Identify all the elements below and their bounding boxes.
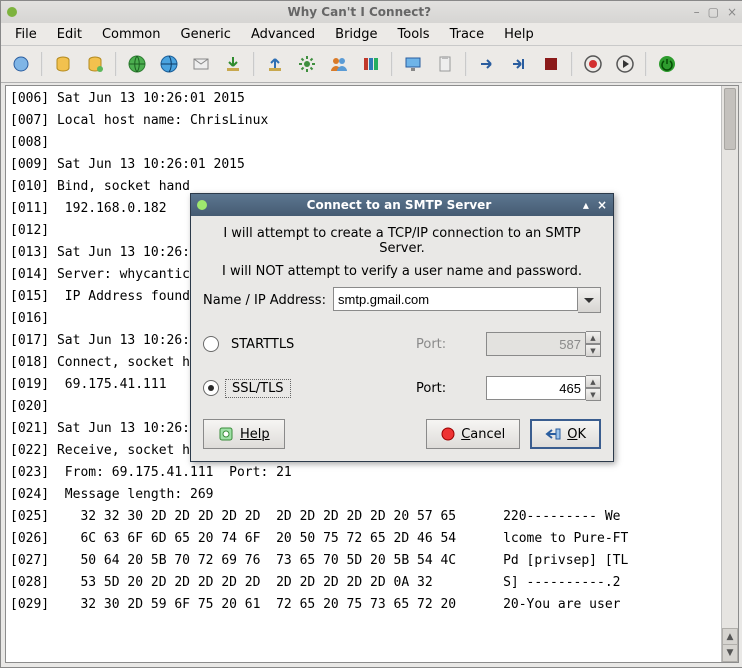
minimize-icon[interactable]: – (694, 5, 700, 19)
ok-button[interactable]: OK (530, 419, 601, 449)
toolbar-globe-green-icon[interactable] (123, 50, 151, 78)
address-dropdown-icon[interactable] (578, 287, 601, 313)
menu-help[interactable]: Help (496, 25, 542, 44)
cancel-icon (441, 427, 455, 441)
toolbar-record-icon[interactable] (579, 50, 607, 78)
toolbar-db-icon[interactable] (49, 50, 77, 78)
menubar: File Edit Common Generic Advanced Bridge… (1, 23, 742, 46)
dialog-intro-1: I will attempt to create a TCP/IP connec… (203, 226, 601, 256)
toolbar-monitor-icon[interactable] (399, 50, 427, 78)
toolbar-play-icon[interactable] (611, 50, 639, 78)
dialog-close-icon[interactable]: × (597, 198, 607, 212)
titlebar: Why Can't I Connect? – ▢ × (1, 1, 742, 23)
toolbar-stop-icon[interactable] (537, 50, 565, 78)
menu-trace[interactable]: Trace (442, 25, 493, 44)
menu-edit[interactable]: Edit (49, 25, 90, 44)
port-label-starttls: Port: (416, 337, 486, 352)
spin-up-icon: ▲ (586, 331, 601, 344)
radio-ssltls-label[interactable]: SSL/TLS (225, 379, 291, 398)
scroll-thumb[interactable] (724, 88, 736, 150)
spin-up-icon-2[interactable]: ▲ (586, 375, 601, 388)
menu-bridge[interactable]: Bridge (327, 25, 385, 44)
scroll-down-icon[interactable]: ▼ (722, 644, 738, 662)
port-ssltls-input[interactable] (486, 376, 586, 400)
menu-tools[interactable]: Tools (390, 25, 438, 44)
scrollbar[interactable]: ▲ ▼ (721, 86, 738, 662)
cancel-button[interactable]: Cancel (426, 419, 520, 449)
toolbar-connect-icon[interactable] (7, 50, 35, 78)
port-starttls-input (486, 332, 586, 356)
toolbar-gear-icon[interactable] (293, 50, 321, 78)
toolbar-arrow-right-icon[interactable] (473, 50, 501, 78)
address-input[interactable] (333, 287, 578, 311)
close-icon[interactable]: × (727, 5, 737, 19)
menu-common[interactable]: Common (94, 25, 169, 44)
smtp-dialog: Connect to an SMTP Server ▴ × I will att… (190, 193, 614, 462)
maximize-icon[interactable]: ▢ (708, 5, 719, 19)
window-title: Why Can't I Connect? (25, 5, 694, 19)
radio-starttls-label[interactable]: STARTTLS (225, 336, 300, 353)
toolbar-power-icon[interactable] (653, 50, 681, 78)
toolbar-mail-icon[interactable] (187, 50, 215, 78)
help-button[interactable]: Help (203, 419, 285, 449)
radio-starttls[interactable] (203, 336, 219, 352)
toolbar-db2-icon[interactable] (81, 50, 109, 78)
menu-generic[interactable]: Generic (173, 25, 239, 44)
toolbar-upload-icon[interactable] (261, 50, 289, 78)
help-icon (218, 426, 234, 442)
ok-icon (545, 427, 561, 441)
toolbar-books-icon[interactable] (357, 50, 385, 78)
port-label-ssltls: Port: (416, 381, 486, 396)
toolbar (1, 46, 742, 83)
address-label: Name / IP Address: (203, 293, 333, 308)
dialog-app-icon (197, 200, 207, 210)
spin-down-icon-2[interactable]: ▼ (586, 388, 601, 401)
app-icon (7, 7, 17, 17)
toolbar-users-icon[interactable] (325, 50, 353, 78)
dialog-intro-2: I will NOT attempt to verify a user name… (203, 264, 601, 279)
toolbar-clipboard-icon[interactable] (431, 50, 459, 78)
toolbar-download-icon[interactable] (219, 50, 247, 78)
radio-ssltls[interactable] (203, 380, 219, 396)
dialog-titlebar: Connect to an SMTP Server ▴ × (191, 194, 613, 216)
menu-file[interactable]: File (7, 25, 45, 44)
dialog-title: Connect to an SMTP Server (215, 198, 583, 212)
dialog-rollup-icon[interactable]: ▴ (583, 198, 589, 212)
app-window: Why Can't I Connect? – ▢ × File Edit Com… (0, 0, 742, 668)
toolbar-skip-icon[interactable] (505, 50, 533, 78)
menu-advanced[interactable]: Advanced (243, 25, 323, 44)
toolbar-globe-blue-icon[interactable] (155, 50, 183, 78)
spin-down-icon: ▼ (586, 344, 601, 357)
